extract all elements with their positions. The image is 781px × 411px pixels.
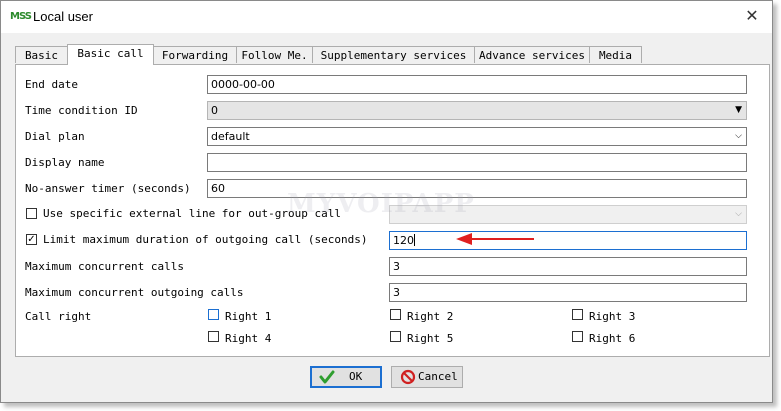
max-concurrent-field[interactable]: 3 — [389, 257, 747, 276]
right-4-checkbox[interactable] — [208, 331, 219, 342]
limit-duration-checkbox[interactable]: ✓ — [26, 234, 37, 245]
display-name-field[interactable] — [207, 153, 747, 172]
limit-duration-value: 120 — [393, 234, 414, 247]
checkmark-icon — [319, 370, 335, 384]
basic-call-panel: End date 0000-00-00 Time condition ID 0 … — [15, 64, 770, 357]
limit-duration-field[interactable]: 120 — [389, 231, 747, 250]
right-2-checkbox[interactable] — [390, 309, 401, 320]
dial-plan-label: Dial plan — [25, 130, 85, 143]
max-concurrent-out-label: Maximum concurrent outgoing calls — [25, 286, 244, 299]
no-answer-timer-label: No-answer timer (seconds) — [25, 182, 191, 195]
right-2-label: Right 2 — [407, 310, 454, 323]
text-cursor — [414, 234, 415, 246]
close-icon[interactable]: ✕ — [740, 5, 764, 27]
chevron-down-icon: ⌵ — [735, 209, 742, 219]
right-5-checkbox[interactable] — [390, 331, 401, 342]
tab-forwarding[interactable]: Forwarding — [153, 46, 237, 63]
chevron-down-icon: ▼ — [735, 105, 742, 115]
annotation-arrow-icon — [456, 233, 534, 245]
display-name-label: Display name — [25, 156, 105, 169]
time-condition-value: 0 — [211, 104, 218, 117]
title-bar: MSS Local user ✕ — [1, 1, 772, 33]
limit-duration-label: Limit maximum duration of outgoing call … — [43, 233, 368, 246]
right-5-label: Right 5 — [407, 332, 454, 345]
right-4-label: Right 4 — [225, 332, 272, 345]
right-1-checkbox[interactable] — [208, 309, 219, 320]
time-condition-select[interactable]: 0 ▼ — [207, 101, 747, 120]
tab-advance-services[interactable]: Advance services — [474, 46, 590, 63]
use-external-line-checkbox[interactable] — [26, 208, 37, 219]
ok-label: OK — [349, 370, 363, 383]
right-3-label: Right 3 — [589, 310, 636, 323]
tab-basic-call[interactable]: Basic call — [67, 44, 154, 65]
cancel-button[interactable]: Cancel — [391, 366, 463, 388]
right-6-label: Right 6 — [589, 332, 636, 345]
right-6-checkbox[interactable] — [572, 331, 583, 342]
end-date-label: End date — [25, 78, 78, 91]
call-right-label: Call right — [25, 310, 92, 323]
tab-supplementary-services[interactable]: Supplementary services — [312, 46, 475, 63]
tab-basic[interactable]: Basic — [15, 46, 68, 63]
dial-plan-select[interactable]: default ⌵ — [207, 127, 747, 146]
chevron-down-icon: ⌵ — [735, 131, 742, 141]
ok-button[interactable]: OK — [310, 366, 382, 388]
end-date-field[interactable]: 0000-00-00 — [207, 75, 747, 94]
local-user-dialog: MSS Local user ✕ Basic Basic call Forwar… — [0, 0, 773, 403]
app-logo-icon: MSS — [10, 11, 32, 22]
time-condition-label: Time condition ID — [25, 104, 138, 117]
tab-media[interactable]: Media — [589, 46, 642, 63]
max-concurrent-out-field[interactable]: 3 — [389, 283, 747, 302]
window-title: Local user — [33, 9, 93, 24]
tab-follow-me[interactable]: Follow Me. — [236, 46, 313, 63]
right-1-label: Right 1 — [225, 310, 272, 323]
cancel-label: Cancel — [418, 370, 458, 383]
right-3-checkbox[interactable] — [572, 309, 583, 320]
dial-plan-value: default — [211, 130, 250, 143]
watermark: MYVOIPAPP — [287, 189, 475, 219]
max-concurrent-label: Maximum concurrent calls — [25, 260, 184, 273]
cancel-icon — [400, 369, 416, 385]
